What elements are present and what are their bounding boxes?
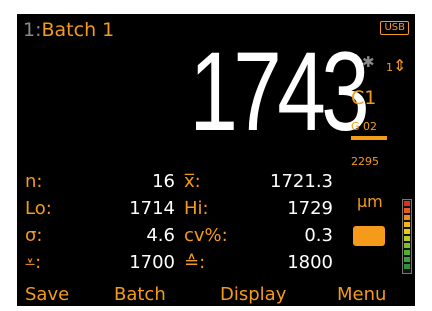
stat-sigma-value: 4.6 <box>146 225 175 246</box>
stat-lo-value: 1714 <box>129 198 175 219</box>
gauge-screen: 1:Batch 1 USB 1743 ✱ 1⇕ C1 G 02 2295 n: … <box>17 14 415 306</box>
calibration-label: C1 <box>351 87 377 109</box>
level-segment <box>404 229 410 234</box>
batch-name: Batch 1 <box>41 19 115 41</box>
stat-n-label: n: <box>25 171 43 192</box>
batch-index: 1: <box>23 19 42 41</box>
level-segment <box>404 208 410 213</box>
gauge-value: 2295 <box>351 155 379 168</box>
unit-box-icon <box>353 226 385 246</box>
stat-lo-label: Lo: <box>25 198 52 219</box>
level-segment <box>404 222 410 227</box>
level-segment <box>404 236 410 241</box>
level-segment <box>404 250 410 255</box>
stat-upper-limit-label: ≙: <box>184 252 206 273</box>
stat-n-value: 16 <box>152 171 175 192</box>
level-segment <box>404 201 410 206</box>
calibration-count: 1 <box>386 61 393 74</box>
stat-hi-value: 1729 <box>287 198 333 219</box>
softkey-bar: Save Batch Display Menu <box>17 284 415 306</box>
stat-cv-value: 0.3 <box>304 225 333 246</box>
level-segment <box>404 264 410 269</box>
gauge-underline <box>351 136 387 140</box>
stat-lower-limit-value: 1700 <box>129 252 175 273</box>
bluetooth-icon: ✱ <box>362 53 375 71</box>
menu-button[interactable]: Menu <box>337 284 386 306</box>
stat-sigma-label: σ: <box>25 225 43 246</box>
stat-cv-label: cv%: <box>184 225 228 246</box>
level-segment <box>404 257 410 262</box>
display-button[interactable]: Display <box>220 284 286 306</box>
stat-lower-limit-label: ⩡: <box>25 252 42 273</box>
usb-badge: USB <box>380 21 409 35</box>
level-segment <box>404 243 410 248</box>
main-reading: 1743 <box>189 29 369 154</box>
calibration-indicator: 1⇕ <box>386 56 407 75</box>
stat-upper-limit-value: 1800 <box>287 252 333 273</box>
batch-button[interactable]: Batch <box>114 284 166 306</box>
unit-label: μm <box>357 192 383 211</box>
batch-title: 1:Batch 1 <box>23 19 114 41</box>
level-segment <box>404 215 410 220</box>
stat-hi-label: Hi: <box>184 198 209 219</box>
gauge-label: G 02 <box>351 120 378 133</box>
up-down-arrow-icon: ⇕ <box>393 56 407 75</box>
signal-level-bar <box>402 199 412 274</box>
stat-mean-value: 1721.3 <box>270 171 333 192</box>
save-button[interactable]: Save <box>25 284 69 306</box>
stat-mean-label: x̅: <box>184 171 201 192</box>
